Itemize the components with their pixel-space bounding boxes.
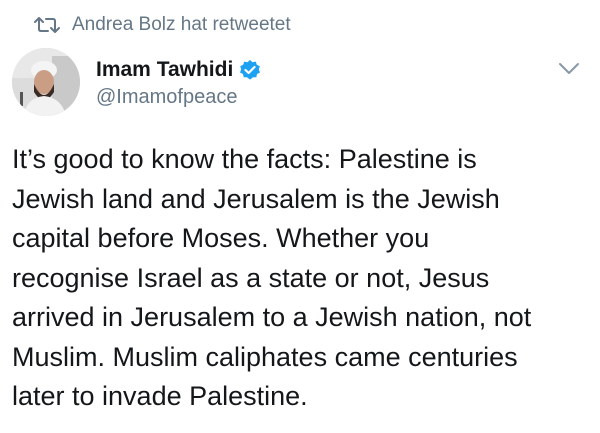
author-name-row: Imam Tawhidi [96, 58, 261, 82]
tweet-line: arrived in Jerusalem to a Jewish nation,… [12, 302, 532, 332]
tweet-text: It’s good to know the facts: Palestine i… [12, 140, 592, 417]
tweet-line: later to invade Palestine. [12, 381, 308, 411]
retweet-context: Andrea Bolz hat retweetet [34, 14, 291, 36]
avatar[interactable] [12, 48, 80, 116]
verified-badge-icon [239, 59, 261, 81]
tweet-line: recognise Israel as a state or not, Jesu… [12, 262, 490, 293]
author-handle[interactable]: @Imamofpeace [96, 86, 237, 109]
tweet-line: Muslim. Muslim caliphates came centuries [12, 341, 518, 372]
tweet-line: Jewish land and Jerusalem is the Jewish [12, 183, 500, 214]
retweet-label[interactable]: Andrea Bolz hat retweetet [72, 14, 291, 36]
tweet-line: It’s good to know the facts: Palestine i… [12, 144, 477, 174]
chevron-down-icon[interactable] [556, 58, 582, 78]
tweet-line: capital before Moses. Whether you [12, 223, 430, 253]
display-name[interactable]: Imam Tawhidi [96, 58, 233, 82]
retweet-icon [34, 15, 60, 35]
